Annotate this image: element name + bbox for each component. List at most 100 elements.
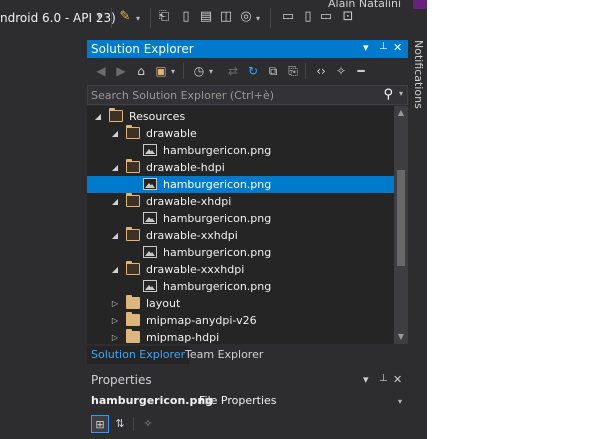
- collapsed-arrow-icon[interactable]: ▷: [110, 329, 120, 344]
- tree-file-row[interactable]: hamburgericon.png: [87, 142, 394, 159]
- tree-folder-row[interactable]: ▷ mipmap-anydpi-v26: [87, 312, 394, 329]
- window-position-dropdown-icon[interactable]: ▾: [363, 373, 369, 386]
- tree-file-row[interactable]: hamburgericon.png: [87, 278, 394, 295]
- tree-item-label: hamburgericon.png: [163, 144, 272, 157]
- tab-solution-explorer[interactable]: Solution Explorer: [87, 346, 190, 364]
- back-icon[interactable]: ◀: [93, 63, 109, 79]
- collapsed-arrow-icon[interactable]: ▷: [110, 295, 120, 312]
- collapsed-arrow-icon[interactable]: ▷: [110, 312, 120, 329]
- user-name[interactable]: Alain Natalini: [328, 0, 401, 10]
- close-icon[interactable]: ✕: [393, 41, 402, 54]
- properties-wrench-icon[interactable]: ✧: [333, 63, 349, 79]
- sdk-manager-icon[interactable]: ▤: [198, 9, 214, 25]
- tree-file-row[interactable]: hamburgericon.png: [87, 244, 394, 261]
- pin-icon[interactable]: ⊥: [379, 373, 388, 384]
- search-icon[interactable]: ⚲: [383, 87, 393, 102]
- expanded-arrow-icon[interactable]: ◢: [110, 193, 120, 210]
- solution-explorer-toolbar: ◀ ▶ ⌂ ▣ ▾ ◷ ▾ ⇄ ↻ ⧉ ⎘ ‹› ✧ ━: [87, 58, 408, 84]
- collapse-all-icon[interactable]: ⧉: [265, 63, 281, 79]
- tree-folder-row[interactable]: ◢ drawable-xxhdpi: [87, 227, 394, 244]
- properties-object-type: File Properties: [199, 394, 277, 407]
- chevron-down-icon[interactable]: ▾: [136, 14, 140, 23]
- view-code-icon[interactable]: ‹›: [313, 63, 329, 79]
- notification-indicator[interactable]: [413, 0, 427, 9]
- image-file-icon: [143, 246, 157, 258]
- chevron-down-icon[interactable]: ▾: [171, 67, 175, 76]
- home-icon[interactable]: ⌂: [133, 63, 149, 79]
- notifications-label[interactable]: Notifications: [412, 40, 425, 109]
- tree-item-label: hamburgericon.png: [163, 178, 272, 191]
- toolbar-separator: [150, 8, 151, 28]
- search-input[interactable]: [91, 88, 371, 102]
- explorer-tabs: Solution Explorer Team Explorer: [87, 345, 408, 365]
- expanded-arrow-icon[interactable]: ◢: [110, 227, 120, 244]
- tree-folder-row[interactable]: ▷ layout: [87, 295, 394, 312]
- solution-explorer-search[interactable]: ⚲ ▾: [87, 85, 408, 105]
- preview-selected-icon[interactable]: ━: [353, 63, 369, 79]
- emulator-icon[interactable]: ◫: [218, 9, 234, 25]
- close-icon[interactable]: ✕: [393, 373, 402, 386]
- toolbar-separator: [133, 417, 134, 431]
- property-pages-wrench-icon[interactable]: ✧: [139, 415, 157, 433]
- toolbar-separator: [111, 8, 112, 28]
- tab-team-explorer[interactable]: Team Explorer: [181, 346, 267, 364]
- expanded-arrow-icon[interactable]: ◢: [110, 261, 120, 278]
- scroll-up-icon[interactable]: ▲: [394, 108, 408, 117]
- monitor-icon[interactable]: ▭: [280, 9, 296, 25]
- tree-folder-row[interactable]: ◢ drawable-hdpi: [87, 159, 394, 176]
- folder-icon: [126, 125, 140, 139]
- expanded-arrow-icon[interactable]: ◢: [93, 108, 103, 125]
- tree-folder-row[interactable]: ◢ Resources: [87, 108, 394, 125]
- tree-folder-row[interactable]: ◢ drawable: [87, 125, 394, 142]
- tree-folder-row[interactable]: ◢ drawable-xxxhdpi: [87, 261, 394, 278]
- folder-icon: [126, 329, 140, 343]
- chevron-down-icon[interactable]: ▾: [209, 67, 213, 76]
- sync-icon[interactable]: ⇄: [225, 63, 241, 79]
- scrollbar-thumb[interactable]: [397, 170, 405, 266]
- search-options-dropdown-icon[interactable]: ▾: [399, 89, 403, 98]
- tree-item-label: mipmap-anydpi-v26: [146, 314, 257, 327]
- tablet-icon[interactable]: ▭: [318, 9, 334, 25]
- pending-changes-icon[interactable]: ◷: [191, 63, 207, 79]
- scroll-down-icon[interactable]: ▼: [394, 332, 408, 341]
- expanded-arrow-icon[interactable]: ◢: [110, 125, 120, 142]
- tree-item-label: Resources: [129, 110, 186, 123]
- ide-window: ndroid 6.0 - API 23) ▾ ✎ ▾ ⎗ ▯ ▤ ◫ ◎ ▾ ▭…: [0, 0, 427, 439]
- switch-views-icon[interactable]: ▣: [153, 63, 169, 79]
- tree-file-row[interactable]: hamburgericon.png: [87, 210, 394, 227]
- folder-icon: [126, 227, 140, 241]
- tree-scrollbar[interactable]: ▲ ▼: [394, 106, 408, 344]
- window-position-dropdown-icon[interactable]: ▾: [363, 41, 369, 54]
- properties-titlebar: Properties ▾ ⊥ ✕: [87, 370, 408, 390]
- tree-item-label: drawable-xxhdpi: [146, 229, 238, 242]
- globe-icon[interactable]: ◎: [238, 9, 254, 25]
- folder-icon: [126, 159, 140, 173]
- properties-object-selector[interactable]: hamburgericon.png File Properties ▾: [87, 392, 408, 410]
- alphabetical-icon[interactable]: ⇅: [111, 415, 129, 433]
- device-manager-icon[interactable]: ▯: [178, 9, 194, 25]
- chevron-down-icon[interactable]: ▾: [398, 397, 402, 406]
- toolbar-separator: [270, 8, 271, 28]
- categorized-icon[interactable]: ⊞: [91, 415, 109, 433]
- notifications-side-tab[interactable]: Notifications: [410, 40, 427, 110]
- run-config-icon[interactable]: ✎: [117, 9, 133, 25]
- tree-file-row[interactable]: hamburgericon.png: [87, 176, 394, 193]
- pin-icon[interactable]: ⊥: [379, 41, 388, 52]
- forward-icon[interactable]: ▶: [113, 63, 129, 79]
- tree-folder-row[interactable]: ◢ drawable-xhdpi: [87, 193, 394, 210]
- phone-icon[interactable]: ▯: [300, 9, 316, 25]
- tree-item-label: mipmap-hdpi: [146, 331, 220, 344]
- refresh-icon[interactable]: ↻: [245, 63, 261, 79]
- tree-folder-row[interactable]: ▷ mipmap-hdpi: [87, 329, 394, 344]
- tree-item-label: layout: [146, 297, 181, 310]
- folder-icon: [109, 108, 123, 122]
- tree-item-label: hamburgericon.png: [163, 246, 272, 259]
- folder-icon: [126, 193, 140, 207]
- show-all-files-icon[interactable]: ⎘: [285, 63, 301, 79]
- deploy-icon[interactable]: ⎗: [156, 9, 172, 25]
- device-dropdown-icon[interactable]: ▾: [97, 12, 102, 22]
- expanded-arrow-icon[interactable]: ◢: [110, 159, 120, 176]
- chevron-down-icon[interactable]: ▾: [256, 14, 260, 23]
- layout-icon[interactable]: ⊡: [340, 9, 356, 25]
- tree-item-label: drawable: [146, 127, 197, 140]
